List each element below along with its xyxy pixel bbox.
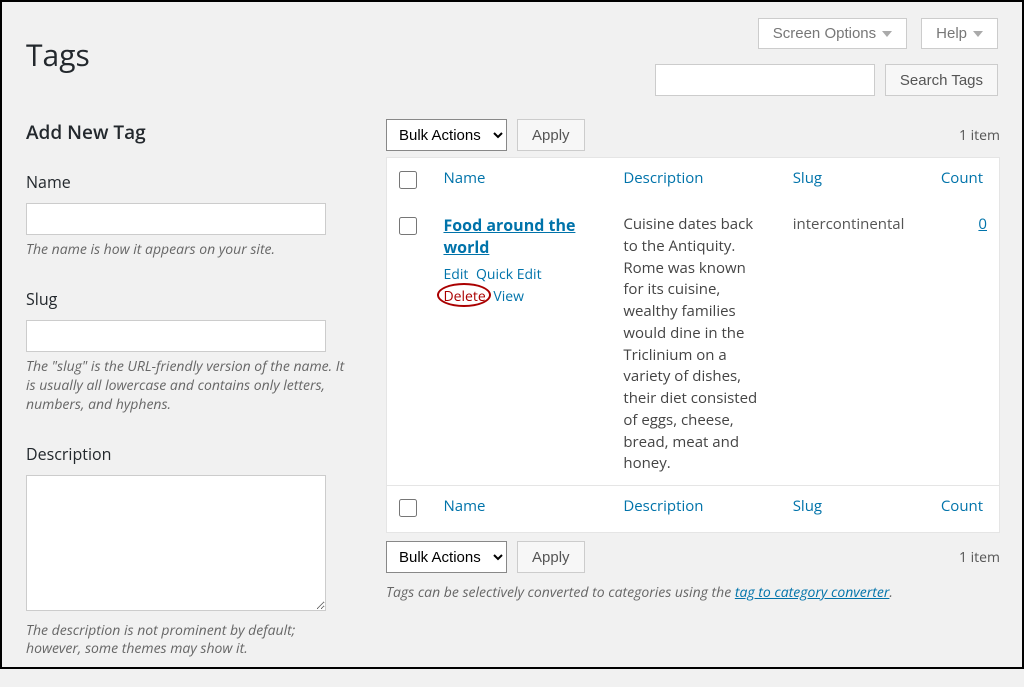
- description-textarea[interactable]: [26, 475, 326, 611]
- screen-options-label: Screen Options: [773, 25, 876, 42]
- row-slug: intercontinental: [793, 214, 917, 234]
- table-row: Food around the world Edit Quick Edit De…: [387, 204, 1000, 486]
- col-name[interactable]: Name: [431, 158, 611, 205]
- search-tags-button[interactable]: Search Tags: [885, 64, 998, 96]
- col-description[interactable]: Description: [611, 158, 780, 205]
- apply-button-bottom[interactable]: Apply: [517, 541, 585, 573]
- chevron-down-icon: [882, 31, 892, 37]
- bulk-actions-select-bottom[interactable]: Bulk Actions: [386, 541, 507, 573]
- apply-button-top[interactable]: Apply: [517, 119, 585, 151]
- bulk-actions-select-top[interactable]: Bulk Actions: [386, 119, 507, 151]
- item-count-bottom: 1 item: [959, 548, 1000, 567]
- add-new-tag-heading: Add New Tag: [26, 119, 366, 145]
- col-slug-foot[interactable]: Slug: [781, 486, 929, 533]
- name-input[interactable]: [26, 203, 326, 235]
- help-label: Help: [936, 25, 967, 42]
- tag-to-category-converter-link[interactable]: tag to category converter: [735, 583, 890, 602]
- col-description-foot[interactable]: Description: [611, 486, 780, 533]
- screen-options-button[interactable]: Screen Options: [758, 18, 907, 49]
- quick-edit-link[interactable]: Quick Edit: [476, 265, 542, 284]
- search-input[interactable]: [655, 64, 875, 96]
- description-help: The description is not prominent by defa…: [26, 622, 346, 660]
- name-label: Name: [26, 171, 366, 193]
- select-all-top[interactable]: [399, 171, 417, 189]
- col-name-foot[interactable]: Name: [431, 486, 611, 533]
- row-checkbox[interactable]: [399, 217, 417, 235]
- delete-link[interactable]: Delete: [443, 287, 485, 306]
- slug-input[interactable]: [26, 320, 326, 352]
- chevron-down-icon: [973, 31, 983, 37]
- col-count-foot[interactable]: Count: [929, 486, 1000, 533]
- row-title-link[interactable]: Food around the world: [443, 214, 599, 258]
- description-label: Description: [26, 443, 366, 465]
- help-button[interactable]: Help: [921, 18, 998, 49]
- slug-label: Slug: [26, 288, 366, 310]
- col-slug[interactable]: Slug: [781, 158, 929, 205]
- footer-note: Tags can be selectively converted to cat…: [386, 583, 1000, 602]
- item-count-top: 1 item: [959, 126, 1000, 145]
- edit-link[interactable]: Edit: [443, 265, 468, 284]
- select-all-bottom[interactable]: [399, 499, 417, 517]
- row-count-link[interactable]: 0: [941, 214, 987, 234]
- name-help: The name is how it appears on your site.: [26, 241, 346, 260]
- view-link[interactable]: View: [493, 287, 524, 306]
- col-count[interactable]: Count: [929, 158, 1000, 205]
- row-description: Cuisine dates back to the Antiquity. Rom…: [623, 214, 768, 475]
- slug-help: The "slug" is the URL-friendly version o…: [26, 358, 346, 415]
